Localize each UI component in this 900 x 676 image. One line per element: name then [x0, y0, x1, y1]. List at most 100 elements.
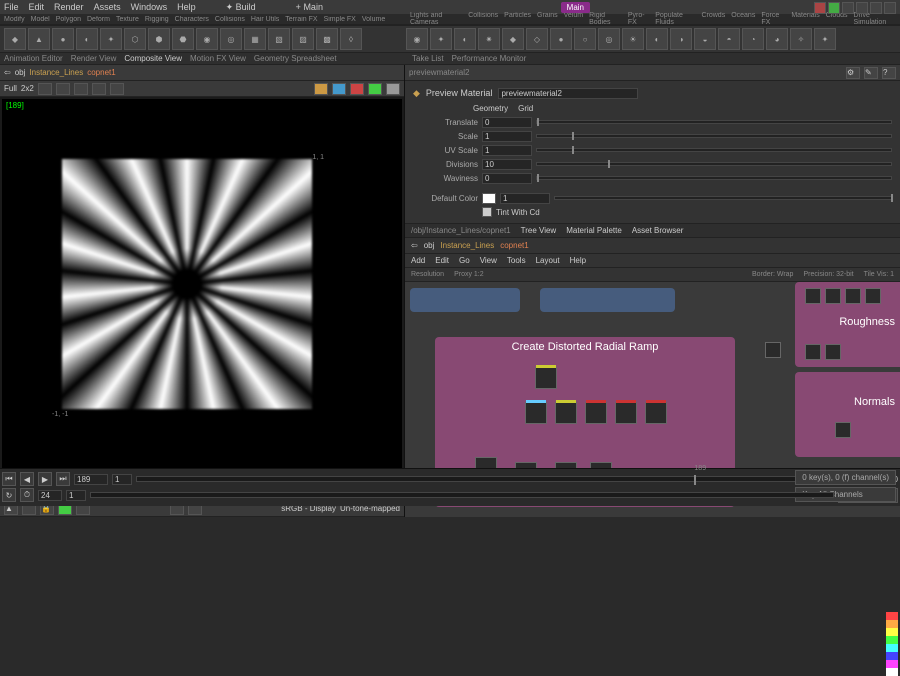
toolbar-icon[interactable]	[350, 83, 364, 95]
path-item[interactable]: obj	[424, 241, 435, 250]
shelf-tool-icon[interactable]: ◎	[598, 28, 620, 50]
pane-tab[interactable]: Motion FX View	[190, 54, 246, 63]
cop-node[interactable]	[535, 367, 557, 389]
shelf-tool-icon[interactable]: ✧	[790, 28, 812, 50]
waviness-slider[interactable]	[536, 176, 892, 180]
node-group-normals[interactable]: Normals	[795, 372, 900, 457]
pane-tab[interactable]: Geometry Spreadsheet	[254, 54, 337, 63]
shelf-tool-icon[interactable]: ◆	[4, 28, 26, 50]
menu-assets[interactable]: Assets	[94, 2, 121, 12]
pane-tab[interactable]: Performance Monitor	[452, 54, 527, 63]
timeline-track[interactable]: 189	[136, 476, 853, 482]
shelf-tool-icon[interactable]: ▲	[28, 28, 50, 50]
color-swatch[interactable]	[482, 193, 496, 204]
layout-2x2[interactable]: 2x2	[21, 84, 34, 93]
desktop-main[interactable]: Main	[303, 2, 323, 12]
net-tool-icon[interactable]	[884, 2, 896, 14]
net-menu-edit[interactable]: Edit	[435, 256, 449, 265]
shelf-tool-icon[interactable]: ☀	[622, 28, 644, 50]
loop-icon[interactable]: ↻	[2, 488, 16, 502]
shelf-tool-icon[interactable]: ▦	[244, 28, 266, 50]
uvscale-field[interactable]	[482, 145, 532, 156]
shelf-tool-icon[interactable]: ⬡	[124, 28, 146, 50]
toolbar-icon[interactable]	[368, 83, 382, 95]
goto-start-icon[interactable]: ⏮	[2, 472, 16, 486]
shelf-tool-icon[interactable]: ◒	[694, 28, 716, 50]
path-item[interactable]: copnet1	[500, 241, 528, 250]
realtime-icon[interactable]: ⏱	[20, 488, 34, 502]
step-fwd-icon[interactable]: ⏭	[56, 472, 70, 486]
gear-icon[interactable]: ⚙	[846, 67, 860, 79]
shelf-tool-icon[interactable]: ✦	[430, 28, 452, 50]
param-tab[interactable]: Grid	[518, 104, 533, 113]
path-back-icon[interactable]: ⇦	[411, 241, 418, 250]
shelf-tool-icon[interactable]: ▨	[292, 28, 314, 50]
shelf-tool-icon[interactable]: ◎	[220, 28, 242, 50]
toolbar-icon[interactable]	[386, 83, 400, 95]
net-tool-icon[interactable]	[828, 2, 840, 14]
toolbar-icon[interactable]	[332, 83, 346, 95]
color-palette[interactable]	[886, 612, 898, 676]
menu-edit[interactable]: Edit	[29, 2, 45, 12]
step-field[interactable]	[66, 490, 86, 501]
toolbar-icon[interactable]	[74, 83, 88, 95]
shelf-tool-icon[interactable]: ◆	[502, 28, 524, 50]
node-name-field[interactable]	[498, 88, 638, 99]
cop-node[interactable]	[845, 288, 861, 304]
timeline-scrub[interactable]	[90, 492, 834, 498]
frame-field[interactable]	[74, 474, 108, 485]
param-tab[interactable]: Geometry	[473, 104, 508, 113]
path-node[interactable]: Instance_Lines	[29, 68, 83, 77]
path-node[interactable]: copnet1	[87, 68, 115, 77]
shelf-tool-icon[interactable]: ⬢	[148, 28, 170, 50]
toolbar-icon[interactable]	[56, 83, 70, 95]
tab-assetbrowser[interactable]: Asset Browser	[632, 226, 684, 235]
layout-full[interactable]: Full	[4, 84, 17, 93]
shelf-tool-icon[interactable]: ◉	[196, 28, 218, 50]
shelf-tool-icon[interactable]: ✦	[100, 28, 122, 50]
divisions-field[interactable]	[482, 159, 532, 170]
menu-render[interactable]: Render	[54, 2, 84, 12]
cop-node[interactable]	[835, 422, 851, 438]
step-back-icon[interactable]: ◀	[20, 472, 34, 486]
translate-slider[interactable]	[536, 120, 892, 124]
cop-node[interactable]	[615, 402, 637, 424]
cop-node[interactable]	[645, 402, 667, 424]
node-group[interactable]	[540, 288, 675, 312]
range-start[interactable]	[112, 474, 132, 485]
cop-node[interactable]	[805, 288, 821, 304]
shelf-tool-icon[interactable]: ▩	[316, 28, 338, 50]
shelf-tool-icon[interactable]: ○	[574, 28, 596, 50]
node-group[interactable]	[410, 288, 520, 312]
scale-field[interactable]	[482, 131, 532, 142]
path-obj[interactable]: obj	[15, 68, 26, 77]
viewport[interactable]: [189] 1, 1 -1, -1	[2, 99, 402, 499]
shelf-tool-icon[interactable]: ✦	[814, 28, 836, 50]
divisions-slider[interactable]	[536, 162, 892, 166]
net-menu-view[interactable]: View	[480, 256, 497, 265]
shelf-tool-icon[interactable]: ⬣	[172, 28, 194, 50]
net-tool-icon[interactable]	[814, 2, 826, 14]
cop-node[interactable]	[765, 342, 781, 358]
cop-node[interactable]	[865, 288, 881, 304]
net-tool-icon[interactable]	[842, 2, 854, 14]
shelf-tool-icon[interactable]: ◐	[76, 28, 98, 50]
shelf-tab-main-right[interactable]: Main	[561, 2, 590, 13]
net-menu-tools[interactable]: Tools	[507, 256, 526, 265]
pane-tab[interactable]: Render View	[71, 54, 117, 63]
shelf-tool-icon[interactable]: ●	[52, 28, 74, 50]
menu-file[interactable]: File	[4, 2, 19, 12]
net-menu-layout[interactable]: Layout	[536, 256, 560, 265]
shelf-tool-icon[interactable]: ◐	[454, 28, 476, 50]
cop-node[interactable]	[555, 402, 577, 424]
net-menu-help[interactable]: Help	[570, 256, 586, 265]
search-icon[interactable]: ✎	[864, 67, 878, 79]
shelf-tool-icon[interactable]: ◇	[526, 28, 548, 50]
shelf-tool-icon[interactable]: ◐	[646, 28, 668, 50]
defcolor-slider[interactable]	[554, 196, 892, 200]
path-item[interactable]: Instance_Lines	[440, 241, 494, 250]
toolbar-icon[interactable]	[314, 83, 328, 95]
menu-help[interactable]: Help	[177, 2, 196, 12]
cop-node[interactable]	[525, 402, 547, 424]
cop-node[interactable]	[585, 402, 607, 424]
